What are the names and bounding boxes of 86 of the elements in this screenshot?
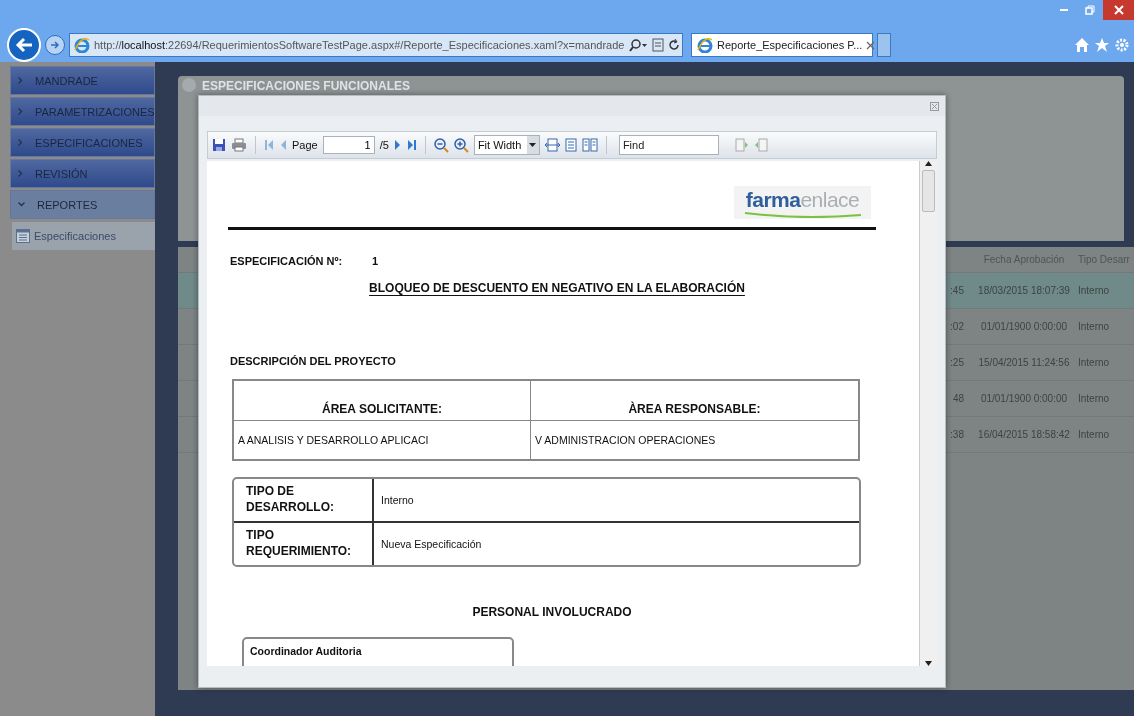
zoom-dropdown[interactable]: Fit Width <box>473 135 540 155</box>
forward-button[interactable] <box>45 35 65 55</box>
sidebar-subitem[interactable]: Especificaciones <box>12 222 155 250</box>
table-cell-text: 01/01/1900 0:00:00 <box>979 321 1069 332</box>
close-icon[interactable] <box>866 40 876 50</box>
last-page-icon[interactable] <box>406 139 417 151</box>
scrollbar[interactable] <box>919 161 937 666</box>
chevron-right-icon <box>18 139 23 146</box>
table-cell-text: 15/04/2015 11:24:56 <box>977 357 1071 368</box>
arrow-right-icon <box>50 40 60 50</box>
sidebar-item[interactable]: REPORTES <box>10 190 155 219</box>
table-cell-text: 18/03/2015 18:07:39 <box>977 285 1071 296</box>
personnel-card: Coordinador Auditoria <box>242 637 514 666</box>
arrow-down-icon[interactable] <box>925 661 932 666</box>
table-cell: :25 <box>950 357 964 368</box>
chevron-down-icon <box>18 202 25 207</box>
chevron-right-icon <box>18 108 23 115</box>
find-next-icon[interactable] <box>753 138 768 152</box>
page-label: Page <box>292 139 318 151</box>
two-pages-icon[interactable] <box>581 138 598 152</box>
arrow-left-icon <box>15 37 33 53</box>
browser-icon <box>74 37 90 53</box>
search-icon[interactable] <box>628 38 649 52</box>
single-page-icon[interactable] <box>564 138 577 152</box>
fit-page-icon[interactable] <box>544 138 560 152</box>
restore-icon <box>1085 5 1095 15</box>
browser-icon <box>697 37 713 53</box>
star-icon[interactable] <box>1094 37 1110 53</box>
sidebar-item[interactable]: ESPECIFICACIONES <box>10 128 155 157</box>
new-tab-button[interactable] <box>877 33 891 57</box>
table-cell: 48 <box>952 393 964 404</box>
close-button[interactable] <box>1103 0 1134 20</box>
spec-number: 1 <box>372 255 379 267</box>
table-cell-text: A ANALISIS Y DESARROLLO APLICACI <box>237 433 430 448</box>
panel-title: ESPECIFICACIONES FUNCIONALES <box>202 79 411 93</box>
table-cell-text: Interno <box>1078 429 1111 440</box>
zoom-in-icon[interactable] <box>453 137 469 153</box>
column-header: ÁREA SOLICITANTE: <box>234 381 530 421</box>
caret-down-icon <box>529 143 537 147</box>
field-value: Nueva Especificación <box>380 537 483 552</box>
next-page-icon[interactable] <box>393 139 402 151</box>
close-icon <box>1113 5 1124 15</box>
table-cell-text: Interno <box>1078 285 1111 296</box>
table-cell-text: Interno <box>1078 321 1111 332</box>
browser-tab[interactable]: Reporte_Especificaciones P... <box>691 33 873 57</box>
table-cell: :02 <box>950 321 964 332</box>
first-page-icon[interactable] <box>264 139 274 151</box>
scroll-thumb[interactable] <box>922 170 935 212</box>
find-field[interactable]: Find <box>618 135 719 155</box>
list-icon <box>16 229 30 243</box>
table-cell-text: Interno <box>1078 393 1111 404</box>
save-icon[interactable] <box>212 138 226 152</box>
field-label: TIPO REQUERIMIENTO: <box>234 523 374 565</box>
section-heading: PERSONAL INVOLUCRADO <box>471 605 633 619</box>
field-value: Interno <box>380 493 415 508</box>
chevron-right-icon <box>18 77 23 84</box>
settings-icon[interactable] <box>1114 37 1130 53</box>
chevron-right-icon <box>18 170 23 177</box>
sidebar-item[interactable]: MANDRADE <box>10 66 155 95</box>
table-cell: :45 <box>950 285 964 296</box>
back-button[interactable] <box>7 28 41 62</box>
table-cell: V ADMINISTRACION OPERACIONES <box>530 421 858 459</box>
sidebar-item[interactable]: REVISIÓN <box>10 159 155 188</box>
table-cell-text: Interno <box>1078 357 1111 368</box>
brand-logo: farmaenlace <box>734 186 871 219</box>
table-cell: :38 <box>950 429 964 440</box>
table-cell-text: 01/01/1900 0:00:00 <box>979 393 1069 404</box>
column-header: ÀREA RESPONSABLE: <box>530 381 858 421</box>
zoom-out-icon[interactable] <box>433 137 449 153</box>
spec-label: ESPECIFICACIÓN Nº: <box>230 255 344 267</box>
minimize-icon <box>1060 9 1068 11</box>
home-icon[interactable] <box>1074 37 1090 53</box>
arrow-up-icon[interactable] <box>925 161 932 166</box>
collapse-toggle[interactable] <box>182 78 196 92</box>
section-heading: DESCRIPCIÓN DEL PROYECTO <box>230 355 397 367</box>
page-count: /5 <box>379 139 389 151</box>
address-field[interactable]: http://localhost:22694/RequerimientosSoftwareTestPage.aspx#/Reporte_Especificaciones.xaml?x=mandrade <box>69 33 683 57</box>
refresh-icon[interactable] <box>668 38 681 52</box>
field-label: TIPO DE DESARROLLO: <box>234 479 374 521</box>
sidebar-item[interactable]: PARAMETRIZACIONES <box>10 97 155 126</box>
previous-page-icon[interactable] <box>279 139 287 151</box>
find-previous-icon[interactable] <box>734 138 749 152</box>
report-title: BLOQUEO DE DESCUENTO EN NEGATIVO EN LA ELABORACIÓN <box>368 281 746 295</box>
table-cell-text: 16/04/2015 18:58:42 <box>977 429 1071 440</box>
print-icon[interactable] <box>231 138 247 152</box>
page-number-field[interactable]: 1 <box>322 136 375 154</box>
